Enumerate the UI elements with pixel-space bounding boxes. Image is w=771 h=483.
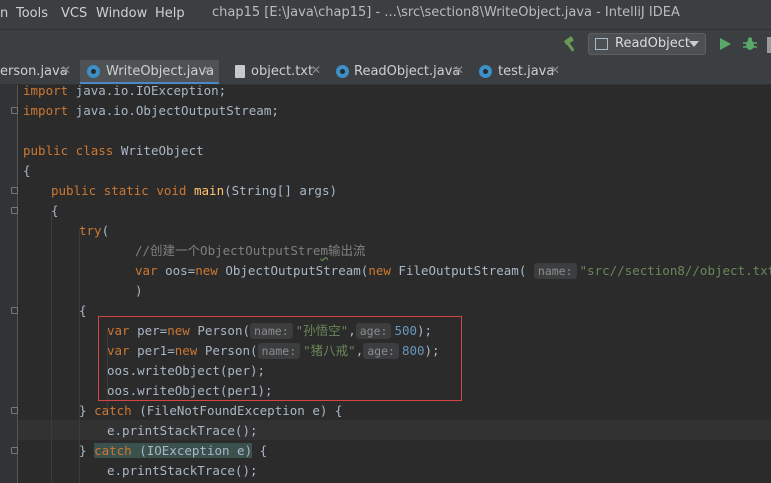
fold-marker-icon[interactable] [11,447,18,454]
tab-label: ReadObject.java [354,64,461,79]
fold-marker-icon[interactable] [11,107,18,114]
run-icon[interactable] [718,37,732,51]
chevron-down-icon [689,41,699,47]
menu-bar: n Tools VCS Window Help chap15 [E:\Java\… [0,0,771,29]
code-line: e.printStackTrace(); [107,423,258,438]
code-line: e.printStackTrace(); [107,463,258,478]
code-line: import java.io.IOException; [23,85,227,98]
editor-gutter [0,85,18,483]
fold-marker-icon[interactable] [11,307,18,314]
run-configuration-select[interactable]: ReadObject [588,33,706,55]
java-class-icon [87,65,100,78]
code-line: ) [135,283,143,298]
java-class-icon [479,65,492,78]
fold-marker-icon[interactable] [11,207,18,214]
java-class-icon [336,65,349,78]
tab-label: WriteObject.java [106,64,215,79]
debug-icon[interactable] [742,36,758,52]
tab-label: object.txt [251,64,314,79]
application-icon [595,38,608,50]
close-icon[interactable]: ✕ [311,63,321,77]
close-icon[interactable]: ✕ [550,63,560,77]
text-file-icon [235,65,245,78]
code-line: //创建一个ObjectOutputStrem输出流 [135,243,366,258]
tab-person-java[interactable]: erson.java ✕ [0,60,78,84]
fold-marker-icon[interactable] [11,187,18,194]
code-line: } catch (IOException e) { [79,443,268,458]
code-editor[interactable]: import java.io.IOException; import java.… [18,85,771,483]
toolbar: ReadObject [0,29,771,61]
tab-label: test.java [498,64,555,79]
menu-window[interactable]: Window [96,6,147,21]
tab-label: erson.java [0,64,68,79]
code-line: { [23,163,31,178]
menu-tools[interactable]: Tools [16,6,48,21]
close-icon[interactable]: ✕ [61,63,71,77]
fold-marker-icon[interactable] [11,407,18,414]
code-line: public class WriteObject [23,143,204,158]
parameter-hint: name: [533,263,577,279]
indent-guide [51,210,52,483]
menu-navigate[interactable]: n [0,6,8,21]
highlight-annotation-box [98,316,462,401]
menu-help[interactable]: Help [155,6,185,21]
toolbar-overflow-icon[interactable] [767,37,771,53]
menu-vcs[interactable]: VCS [61,6,87,21]
run-configuration-label: ReadObject [615,36,691,51]
code-line: { [51,203,59,218]
code-line: } catch (FileNotFoundException e) { [79,403,343,418]
editor-tab-bar: erson.java ✕ WriteObject.java ✕ object.t… [0,60,771,85]
tab-writeobject-java[interactable]: WriteObject.java ✕ [80,60,219,84]
code-line: { [79,303,87,318]
window-title: chap15 [E:\Java\chap15] - ...\src\sectio… [212,5,680,20]
code-line: try( [79,223,110,238]
code-line: public static void main(String[] args) [51,183,337,198]
close-icon[interactable]: ✕ [454,63,464,77]
close-icon[interactable]: ✕ [203,63,213,77]
code-line: import java.io.ObjectOutputStream; [23,103,279,118]
code-line: var oos=new ObjectOutputStream(new FileO… [135,263,771,279]
tab-object-txt[interactable]: object.txt ✕ [224,60,331,84]
hammer-icon[interactable] [561,35,579,53]
tab-readobject-java[interactable]: ReadObject.java ✕ [330,60,465,84]
tab-test-java[interactable]: test.java ✕ [472,60,567,84]
